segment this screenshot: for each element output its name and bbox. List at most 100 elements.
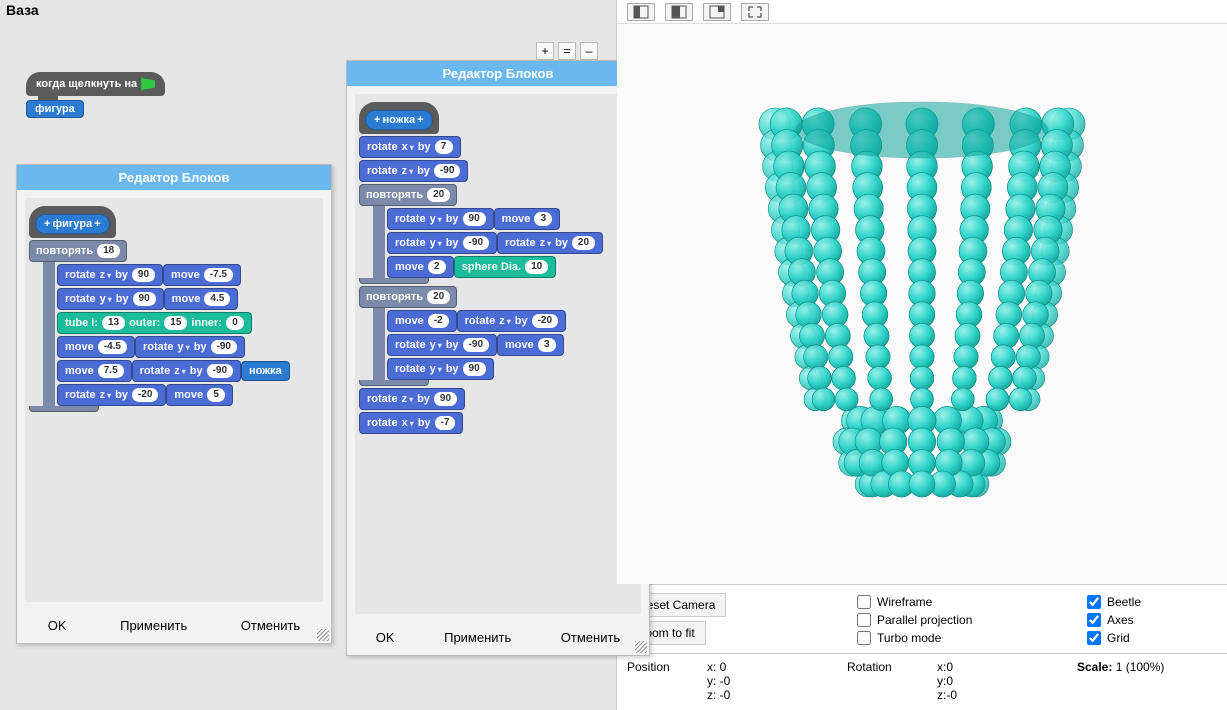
rotate-block[interactable]: rotate z by -90: [132, 360, 241, 382]
axis-dropdown[interactable]: z: [402, 393, 414, 405]
value-pill[interactable]: 90: [133, 292, 156, 306]
ok-button[interactable]: OK: [376, 630, 395, 645]
axis-dropdown[interactable]: z: [499, 315, 511, 327]
axis-dropdown[interactable]: x: [402, 417, 414, 429]
value-pill[interactable]: 90: [132, 268, 155, 282]
rotate-block[interactable]: rotate z by 90: [359, 388, 465, 410]
value-pill[interactable]: -90: [463, 338, 489, 352]
value-pill[interactable]: 7.5: [98, 364, 124, 378]
axis-dropdown[interactable]: z: [540, 237, 552, 249]
rotate-block[interactable]: rotate z by -20: [57, 384, 166, 406]
cancel-button[interactable]: Отменить: [561, 630, 620, 645]
rotate-block[interactable]: rotate y by -90: [135, 336, 245, 358]
sphere-block[interactable]: sphere Dia. 10: [454, 256, 556, 278]
layout-2-button[interactable]: [665, 3, 693, 21]
turbo-mode-checkbox[interactable]: Turbo mode: [857, 629, 1077, 647]
move-block[interactable]: move 7.5: [57, 360, 132, 382]
define-hat[interactable]: +ножка+: [359, 102, 439, 134]
zoom-out-button[interactable]: –: [580, 42, 598, 60]
axis-dropdown[interactable]: y: [178, 341, 190, 353]
rotate-block[interactable]: rotate x by -7: [359, 412, 463, 434]
axes-checkbox[interactable]: Axes: [1087, 611, 1207, 629]
move-block[interactable]: move -7.5: [163, 264, 241, 286]
blocks-workspace[interactable]: + = – когда щелкнуть на фигура Редактор …: [10, 24, 606, 700]
proc-name-label[interactable]: +фигура+: [35, 214, 110, 234]
cancel-button[interactable]: Отменить: [241, 618, 300, 633]
value-pill[interactable]: 5: [207, 388, 225, 402]
block-editor-dialog-2[interactable]: Редактор Блоков +ножка+rotate x by 7rota…: [346, 60, 650, 656]
wireframe-checkbox[interactable]: Wireframe: [857, 593, 1077, 611]
move-block[interactable]: move 4.5: [164, 288, 239, 310]
value-pill[interactable]: -90: [207, 364, 233, 378]
parallel-projection-checkbox[interactable]: Parallel projection: [857, 611, 1077, 629]
fullscreen-button[interactable]: [741, 3, 769, 21]
grid-checkbox[interactable]: Grid: [1087, 629, 1207, 647]
rotate-block[interactable]: rotate z by 90: [57, 264, 163, 286]
value-pill[interactable]: -90: [463, 236, 489, 250]
rotate-block[interactable]: rotate y by 90: [57, 288, 164, 310]
layout-3-button[interactable]: [703, 3, 731, 21]
value-pill[interactable]: 20: [572, 236, 595, 250]
value-pill[interactable]: 3: [534, 212, 552, 226]
axis-dropdown[interactable]: y: [430, 363, 442, 375]
value-pill[interactable]: 18: [97, 244, 120, 258]
proc-name-label[interactable]: +ножка+: [365, 110, 433, 130]
value-pill[interactable]: 90: [463, 362, 486, 376]
value-pill[interactable]: -7.5: [204, 268, 233, 282]
rotate-block[interactable]: rotate z by -20: [457, 310, 566, 332]
axis-dropdown[interactable]: x: [402, 141, 414, 153]
apply-button[interactable]: Применить: [120, 618, 187, 633]
rotate-block[interactable]: rotate y by 90: [387, 358, 494, 380]
axis-dropdown[interactable]: z: [100, 269, 112, 281]
repeat-block[interactable]: повторять 20: [359, 286, 457, 308]
value-pill[interactable]: -90: [211, 340, 237, 354]
value-pill[interactable]: 2: [428, 260, 446, 274]
rotate-block[interactable]: rotate y by -90: [387, 334, 497, 356]
value-pill[interactable]: 13: [102, 316, 125, 330]
rotate-block[interactable]: rotate y by 90: [387, 208, 494, 230]
beetle-checkbox[interactable]: Beetle: [1087, 593, 1207, 611]
value-pill[interactable]: 20: [427, 188, 450, 202]
value-pill[interactable]: -20: [132, 388, 158, 402]
value-pill[interactable]: 15: [164, 316, 187, 330]
move-block[interactable]: move -4.5: [57, 336, 135, 358]
axis-dropdown[interactable]: z: [402, 165, 414, 177]
axis-dropdown[interactable]: y: [430, 213, 442, 225]
resize-grip-icon[interactable]: [317, 629, 329, 641]
axis-dropdown[interactable]: y: [430, 339, 442, 351]
zoom-reset-button[interactable]: =: [558, 42, 576, 60]
move-block[interactable]: move 5: [166, 384, 233, 406]
value-pill[interactable]: 90: [434, 392, 457, 406]
value-pill[interactable]: 90: [463, 212, 486, 226]
move-block[interactable]: move 2: [387, 256, 454, 278]
value-pill[interactable]: 10: [525, 260, 548, 274]
axis-dropdown[interactable]: y: [430, 237, 442, 249]
rotate-block[interactable]: rotate y by -90: [387, 232, 497, 254]
value-pill[interactable]: -4.5: [98, 340, 127, 354]
value-pill[interactable]: -20: [532, 314, 558, 328]
value-pill[interactable]: 4.5: [204, 292, 230, 306]
value-pill[interactable]: 3: [538, 338, 556, 352]
value-pill[interactable]: 20: [427, 290, 450, 304]
value-pill[interactable]: -2: [428, 314, 449, 328]
axis-dropdown[interactable]: z: [174, 365, 186, 377]
ok-button[interactable]: OK: [48, 618, 67, 633]
value-pill[interactable]: -7: [435, 416, 456, 430]
rotate-block[interactable]: rotate x by 7: [359, 136, 461, 158]
zoom-in-button[interactable]: +: [536, 42, 554, 60]
rotate-block[interactable]: rotate z by 20: [497, 232, 603, 254]
call-figura-block[interactable]: фигура: [26, 100, 84, 118]
3d-viewport[interactable]: [617, 24, 1227, 584]
value-pill[interactable]: 7: [435, 140, 453, 154]
move-block[interactable]: move 3: [497, 334, 564, 356]
axis-dropdown[interactable]: z: [100, 389, 112, 401]
define-hat[interactable]: +фигура+: [29, 206, 116, 238]
value-pill[interactable]: 0: [226, 316, 244, 330]
block-editor-dialog-1[interactable]: Редактор Блоков +фигура+ повторять 18 ro…: [16, 164, 332, 644]
tube-block[interactable]: tube l: 13 outer: 15 inner: 0: [57, 312, 252, 334]
repeat-block[interactable]: повторять 20: [359, 184, 457, 206]
rotate-block[interactable]: rotate z by -90: [359, 160, 468, 182]
move-block[interactable]: move -2: [387, 310, 457, 332]
value-pill[interactable]: -90: [434, 164, 460, 178]
call-block[interactable]: ножка: [241, 361, 290, 381]
